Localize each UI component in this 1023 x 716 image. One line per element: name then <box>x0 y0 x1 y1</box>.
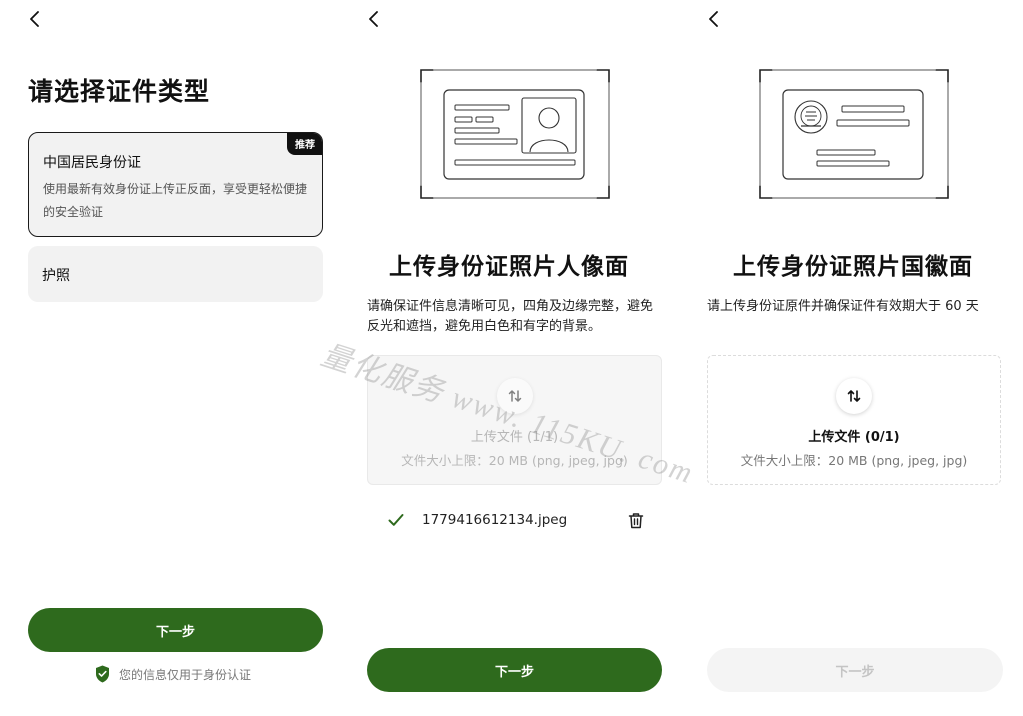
upload-label: 上传文件 (1/1) <box>470 430 559 445</box>
back-button[interactable] <box>24 8 46 30</box>
upload-swap-icon-wrap[interactable] <box>836 378 872 414</box>
check-icon <box>388 514 404 526</box>
panel-upload-back: 上传身份证照片国徽面 请上传身份证原件并确保证件有效期大于 60 天 上传文件 … <box>679 0 1023 716</box>
chevron-left-icon <box>709 11 718 27</box>
option-name: 中国居民身份证 <box>43 155 141 171</box>
upload-label: 上传文件 (0/1) <box>808 430 900 445</box>
upload-limit: 文件大小上限：20 MB (png, jpeg, jpg) <box>401 453 628 468</box>
next-button[interactable]: 下一步 <box>367 648 662 692</box>
chevron-left-icon <box>30 11 39 27</box>
upload-area: 上传文件 (1/1) 文件大小上限：20 MB (png, jpeg, jpg) <box>367 355 662 485</box>
id-card-back-illustration <box>759 69 949 199</box>
id-card-front-illustration <box>420 69 610 199</box>
trash-icon[interactable] <box>628 512 644 529</box>
next-button-disabled[interactable]: 下一步 <box>707 648 1003 692</box>
upload-area[interactable]: 上传文件 (0/1) 文件大小上限：20 MB (png, jpeg, jpg) <box>707 355 1001 485</box>
id-type-option-resident-card[interactable]: 推荐 中国居民身份证 使用最新有效身份证上传正反面，享受更轻松便捷的安全验证 <box>28 132 323 237</box>
chevron-left-icon <box>369 11 378 27</box>
option-description: 使用最新有效身份证上传正反面，享受更轻松便捷的安全验证 <box>43 182 308 219</box>
upload-swap-icon <box>508 390 521 402</box>
privacy-text: 您的信息仅用于身份认证 <box>119 667 252 682</box>
instruction-text: 请确保证件信息清晰可见，四角及边缘完整，避免反光和遮挡，避免用白色和有字的背景。 <box>367 299 654 334</box>
shield-check-icon <box>96 665 109 683</box>
privacy-note: 您的信息仅用于身份认证 <box>95 665 251 683</box>
back-button[interactable] <box>703 8 725 30</box>
back-button[interactable] <box>363 8 385 30</box>
instruction-text: 请上传身份证原件并确保证件有效期大于 60 天 <box>707 299 979 314</box>
section-heading: 上传身份证照片人像面 <box>389 254 629 280</box>
recommended-badge: 推荐 <box>287 133 322 155</box>
option-name: 护照 <box>42 268 70 284</box>
upload-swap-icon-wrap <box>496 378 533 414</box>
page-title: 请选择证件类型 <box>28 77 211 106</box>
upload-swap-icon <box>847 390 861 402</box>
next-button[interactable]: 下一步 <box>28 608 323 652</box>
uploaded-file-row: 1779416612134.jpeg <box>388 508 644 532</box>
upload-limit: 文件大小上限：20 MB (png, jpeg, jpg) <box>740 453 968 468</box>
id-type-option-passport[interactable]: 护照 <box>28 246 323 302</box>
section-heading: 上传身份证照片国徽面 <box>733 254 973 280</box>
panel-upload-front: 上传身份证照片人像面 请确保证件信息清晰可见，四角及边缘完整，避免反光和遮挡，避… <box>339 0 679 716</box>
file-name: 1779416612134.jpeg <box>422 512 568 528</box>
panel-select-id-type: 请选择证件类型 推荐 中国居民身份证 使用最新有效身份证上传正反面，享受更轻松便… <box>0 0 339 716</box>
